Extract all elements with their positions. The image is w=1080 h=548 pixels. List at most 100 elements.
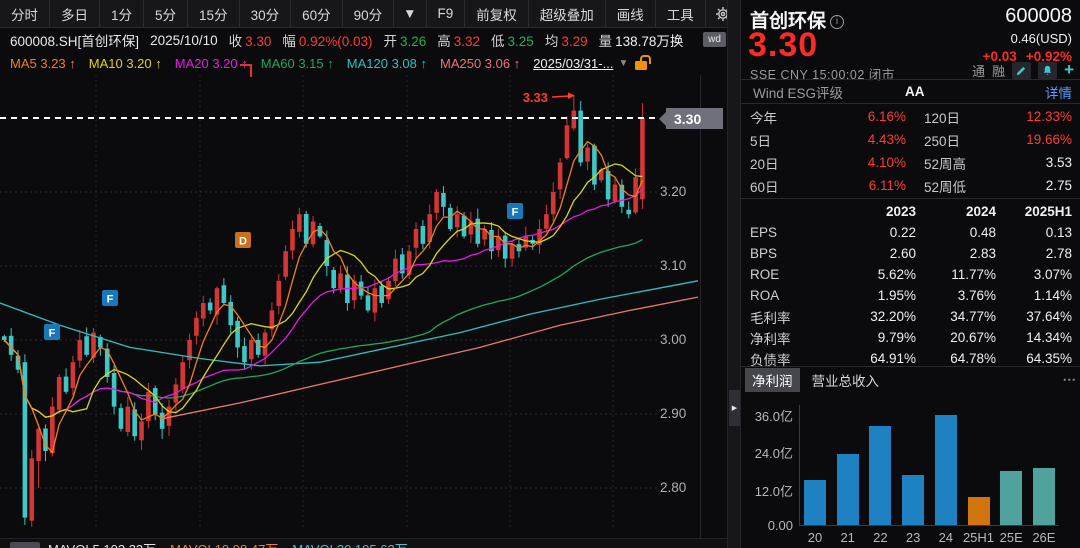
perf-row: 60日6.11%52周低2.75: [741, 174, 1080, 197]
quote-summary-bar: 600008.SH[首创环保]2025/10/10收3.30幅0.92%(0.0…: [0, 28, 740, 52]
toolbar-item-5分[interactable]: 5分: [144, 0, 188, 27]
quote-field: 量138.78万换: [599, 30, 684, 50]
toolbar-item-画线[interactable]: 画线: [606, 0, 656, 27]
unlock-icon[interactable]: [635, 61, 647, 70]
toolbar-item-15分[interactable]: 15分: [188, 0, 240, 27]
clipped-legend-text: MAVOL5 102.33万: [48, 542, 156, 548]
toolbar-item-分时[interactable]: 分时: [0, 0, 50, 27]
stock-terminal-window: 分时多日1分5分15分30分60分90分▼F9前复权超级叠加画线工具?> 600…: [0, 0, 1080, 548]
clipped-legend-text: MAVOL10 98.47万: [170, 542, 278, 548]
stock-info-panel: 首创环保i 600008 3.30 0.46(USD) +0.03+0.92% …: [740, 0, 1080, 548]
perf-row: 今年6.16%120日12.33%: [741, 105, 1080, 128]
esg-label: Wind ESG评级: [753, 82, 843, 102]
year-header: 2023: [812, 204, 916, 219]
price-tick: 3.10: [660, 258, 700, 273]
drawing-annotation-corner: [240, 64, 252, 77]
tab-net-profit[interactable]: 净利润: [745, 368, 800, 392]
quote-field: 幅0.92%(0.03): [282, 30, 372, 50]
bar-y-tick: 12.0亿: [741, 481, 793, 500]
toolbar-item-90分[interactable]: 90分: [343, 0, 395, 27]
chart-right-border: [700, 75, 701, 538]
metric-value: 14.34%: [996, 330, 1072, 345]
price-tick: 2.90: [660, 406, 700, 421]
bar-23: [902, 475, 924, 525]
add-to-watchlist-button[interactable]: +: [1064, 60, 1074, 80]
event-marker-D[interactable]: D: [235, 232, 251, 248]
last-price: 3.30: [748, 26, 818, 65]
perf-cell: 4.43%: [798, 132, 906, 147]
bar-25H1: [968, 497, 990, 525]
financials-table: 202320242025H1EPS0.220.480.13BPS2.602.83…: [741, 200, 1080, 369]
metric-value: 1.14%: [996, 288, 1072, 303]
financials-row: ROE5.62%11.77%3.07%: [741, 264, 1080, 285]
financial-chart-tabs: 净利润 营业总收入 ⋯: [745, 369, 1077, 391]
metric-value: 34.77%: [916, 309, 996, 324]
toolbar-item-前复权[interactable]: 前复权: [465, 0, 529, 27]
toolbar-item-▼[interactable]: ▼: [394, 0, 426, 27]
perf-cell: 今年: [750, 107, 798, 127]
metric-label: ROA: [750, 288, 812, 303]
candlestick-chart[interactable]: 3.33FFDF 3.203.103.002.902.80 3.30: [0, 75, 740, 538]
svg-text:D: D: [239, 236, 247, 248]
divider: [741, 103, 1080, 104]
metric-label: 毛利率: [750, 307, 812, 327]
metric-label: BPS: [750, 246, 812, 261]
esg-details-link[interactable]: 详情: [1045, 82, 1072, 102]
bar-x-label: 26E: [1027, 530, 1061, 545]
info-icon[interactable]: i: [830, 15, 844, 29]
chart-pane: 分时多日1分5分15分30分60分90分▼F9前复权超级叠加画线工具?> 600…: [0, 0, 740, 548]
metric-value: 0.22: [812, 225, 916, 240]
toolbar-item-多日[interactable]: 多日: [50, 0, 100, 27]
metric-label: ROE: [750, 267, 812, 282]
pencil-icon: [1016, 65, 1027, 76]
toolbar-item-30分[interactable]: 30分: [240, 0, 292, 27]
bar-22: [869, 426, 891, 525]
bar-24: [935, 415, 957, 525]
metric-value: 11.77%: [916, 267, 996, 282]
toolbar-item-1分[interactable]: 1分: [100, 0, 144, 27]
clipped-legend-text: MAVOL20 105.62万: [292, 542, 407, 548]
toolbar-item-F9[interactable]: F9: [427, 0, 466, 27]
event-marker-F[interactable]: F: [102, 290, 118, 306]
metric-value: 3.07%: [996, 267, 1072, 282]
tab-total-revenue[interactable]: 营业总收入: [812, 370, 880, 390]
perf-row: 20日4.10%52周高3.53: [741, 151, 1080, 174]
event-marker-F[interactable]: F: [44, 324, 60, 340]
toolbar-item-工具[interactable]: 工具: [656, 0, 706, 27]
kline-svg[interactable]: 3.33FFDF: [0, 75, 700, 530]
panel-splitter[interactable]: ▶: [727, 0, 740, 548]
quote-field: 均3.29: [545, 30, 588, 50]
metric-value: 9.79%: [812, 330, 916, 345]
divider: [741, 198, 1080, 199]
quote-field: 收3.30: [229, 30, 272, 50]
net-profit-bar-chart: 36.0亿24.0亿12.0亿0.00202122232425H125E26E: [741, 392, 1080, 548]
bar-25E: [1000, 471, 1022, 525]
more-options-icon[interactable]: ⋯: [1063, 372, 1078, 388]
collapse-panel-handle[interactable]: ▶: [729, 390, 740, 426]
perf-cell: 5日: [750, 130, 798, 150]
date-range-selector[interactable]: 2025/03/31-...: [533, 56, 613, 71]
bar-y-tick: 0.00: [741, 518, 793, 533]
edit-note-button[interactable]: [1012, 62, 1031, 79]
margin-badge-tong: 通: [972, 61, 985, 80]
metric-value: 64.78%: [916, 351, 996, 366]
price-tick: 3.00: [660, 332, 700, 347]
toolbar-item-超级叠加[interactable]: 超级叠加: [529, 0, 606, 27]
bar-x-label: 23: [896, 530, 930, 545]
metric-value: 1.95%: [812, 288, 916, 303]
bar-20: [804, 480, 826, 525]
alert-button[interactable]: [1038, 62, 1057, 79]
toolbar-item-60分[interactable]: 60分: [291, 0, 343, 27]
perf-cell: 52周低: [924, 176, 982, 196]
metric-value: 32.20%: [812, 309, 916, 324]
chevron-down-icon[interactable]: ▼: [618, 58, 628, 69]
symbol-label: 600008.SH[首创环保]: [10, 30, 139, 50]
bar-x-label: 25E: [994, 530, 1028, 545]
perf-cell: 20日: [750, 153, 798, 173]
ma-legend-bar: MA5 3.23 ↑MA10 3.20 ↑MA20 3.20 ↑MA60 3.1…: [0, 52, 740, 75]
perf-row: 5日4.43%250日19.66%: [741, 128, 1080, 151]
financials-row: 净利率9.79%20.67%14.34%: [741, 327, 1080, 348]
metric-value: 3.76%: [916, 288, 996, 303]
event-marker-F[interactable]: F: [507, 203, 523, 219]
margin-badge-rong: 融: [992, 61, 1005, 80]
